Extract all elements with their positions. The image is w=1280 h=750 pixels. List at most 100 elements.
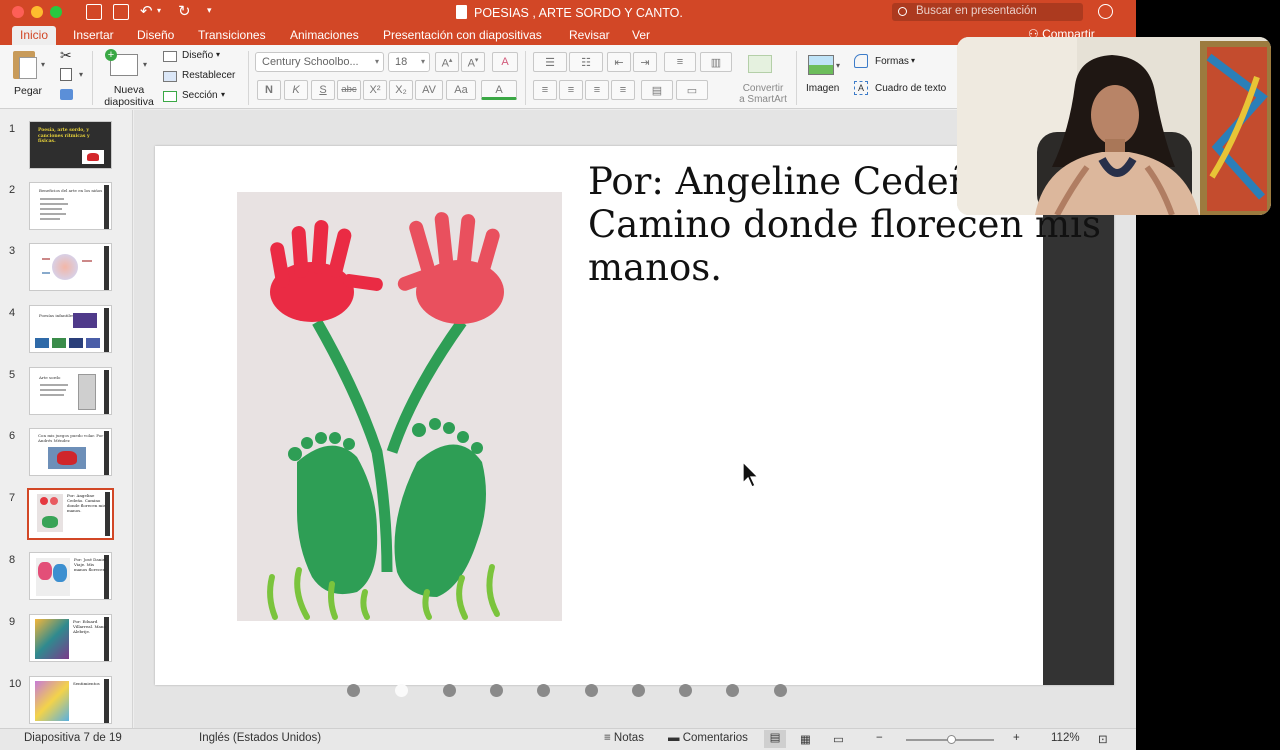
carousel-dot[interactable] — [443, 684, 456, 697]
tab-transiciones[interactable]: Transiciones — [198, 28, 266, 42]
slide-thumbnail[interactable]: 8 Por: José Daniel Viaje. Mis manos flor… — [0, 552, 133, 608]
bold-button[interactable]: N — [257, 80, 281, 100]
new-slide-dropdown-icon[interactable]: ▾ — [143, 60, 147, 69]
carousel-dot[interactable] — [632, 684, 645, 697]
slide-thumbnail-selected[interactable]: 7 Por: Angeline Cedeño. Camino donde flo… — [0, 488, 133, 546]
tab-presentacion[interactable]: Presentación con diapositivas — [383, 28, 542, 42]
current-slide[interactable]: Por: Angeline Cedeño Camino donde florec… — [155, 146, 1114, 685]
slide-thumbnail[interactable]: 1 Poesía, arte sordo, y canciones rítmic… — [0, 121, 133, 177]
thumbnail-preview — [29, 243, 112, 291]
font-size-select[interactable]: 18 ▾ — [388, 52, 430, 72]
justify-button[interactable]: ≡ — [611, 80, 635, 100]
paste-button[interactable]: Pegar — [10, 49, 46, 101]
language-indicator[interactable]: Inglés (Estados Unidos) — [199, 732, 321, 744]
slide-thumbnail[interactable]: 6 Con mis juegos puedo volar. Por Andrés… — [0, 428, 133, 484]
zoom-slider-thumb[interactable] — [947, 735, 956, 744]
sidebar-toggle-icon[interactable] — [86, 4, 102, 20]
slide-thumbnail[interactable]: 4 Poesías infantiles — [0, 305, 133, 361]
customize-toolbar-icon[interactable]: ▾ — [207, 5, 212, 16]
carousel-dot[interactable] — [490, 684, 503, 697]
undo-icon[interactable]: ↶ — [140, 2, 153, 20]
zoom-slider[interactable] — [906, 735, 994, 744]
format-painter-icon[interactable] — [60, 89, 73, 100]
align-left-button[interactable]: ≡ — [533, 80, 557, 100]
thumbnail-title: Poesías infantiles — [39, 313, 75, 318]
tab-diseno[interactable]: Diseño — [137, 28, 174, 42]
zoom-level[interactable]: 112% — [1051, 732, 1080, 744]
tab-revisar[interactable]: Revisar — [569, 28, 610, 42]
carousel-dot[interactable] — [585, 684, 598, 697]
text-direction-button[interactable]: ▤ — [641, 80, 673, 100]
carousel-dot[interactable] — [347, 684, 360, 697]
columns-button[interactable]: ▥ — [700, 52, 732, 72]
minimize-window-button[interactable] — [31, 6, 43, 18]
textbox-button[interactable]: A Cuadro de texto — [854, 81, 954, 97]
carousel-dot[interactable] — [679, 684, 692, 697]
clear-formatting-button[interactable]: A — [492, 52, 518, 72]
layout-button[interactable]: Diseño ▾ — [163, 49, 233, 65]
line-spacing-button[interactable]: ≡ — [664, 52, 696, 72]
close-window-button[interactable] — [12, 6, 24, 18]
tab-insertar[interactable]: Insertar — [73, 28, 114, 42]
align-text-button[interactable]: ▭ — [676, 80, 708, 100]
align-right-button[interactable]: ≡ — [585, 80, 609, 100]
fit-slide-icon[interactable]: ⊡ — [1098, 732, 1108, 746]
feedback-smiley-icon[interactable] — [1098, 4, 1113, 19]
bullets-button[interactable]: ☰ — [533, 52, 567, 72]
grow-font-button[interactable]: A▴ — [435, 52, 459, 72]
carousel-dot[interactable] — [774, 684, 787, 697]
increase-indent-button[interactable]: ⇥ — [633, 52, 657, 72]
italic-button[interactable]: K — [284, 80, 308, 100]
presenter-view-button[interactable]: ▭ — [833, 732, 844, 746]
numbering-button[interactable]: ☷ — [569, 52, 603, 72]
copy-dropdown-icon[interactable]: ▾ — [79, 70, 83, 79]
thumbnail-title: Por: Angeline Cedeño. Camino donde flore… — [67, 493, 106, 513]
tab-inicio[interactable]: Inicio — [12, 26, 57, 45]
superscript-button[interactable]: X² — [363, 80, 387, 100]
paste-dropdown-icon[interactable]: ▾ — [41, 60, 45, 69]
search-presentation-input[interactable]: Buscar en presentación — [892, 3, 1083, 21]
carousel-dot[interactable] — [537, 684, 550, 697]
carousel-dot[interactable] — [726, 684, 739, 697]
undo-dropdown-icon[interactable]: ▾ — [157, 6, 161, 15]
decrease-indent-button[interactable]: ⇤ — [607, 52, 631, 72]
slide-thumbnail[interactable]: 10 Sentimientos — [0, 676, 133, 732]
font-name-select[interactable]: Century Schoolbo... ▾ — [255, 52, 384, 72]
shapes-button[interactable]: Formas ▾ — [854, 54, 926, 70]
underline-button[interactable]: S — [311, 80, 335, 100]
slide-thumbnail[interactable]: 5 Arte sordo — [0, 367, 133, 423]
align-center-button[interactable]: ≡ — [559, 80, 583, 100]
convert-smartart-button[interactable]: Convertir a SmartArt — [736, 51, 792, 107]
character-spacing-button[interactable]: AV — [415, 80, 443, 100]
new-slide-button[interactable]: + Nueva diapositiva — [103, 49, 155, 108]
slide-sorter-view-button[interactable]: ▦ — [800, 732, 811, 746]
image-button[interactable]: Imagen — [804, 51, 844, 103]
notes-button[interactable]: ≡ Notas — [604, 732, 644, 744]
save-icon[interactable] — [113, 4, 129, 20]
tab-animaciones[interactable]: Animaciones — [290, 28, 359, 42]
section-button[interactable]: Sección ▾ — [163, 89, 243, 105]
normal-view-button[interactable]: ▤ — [764, 730, 786, 748]
zoom-in-button[interactable]: + — [1013, 732, 1020, 744]
comments-button[interactable]: ▬ Comentarios — [668, 732, 748, 744]
image-dropdown-icon[interactable]: ▾ — [836, 61, 840, 70]
zoom-window-button[interactable] — [50, 6, 62, 18]
slide-thumbnail[interactable]: 3 — [0, 243, 133, 299]
shrink-font-button[interactable]: A▾ — [461, 52, 485, 72]
handprint-flower-image[interactable] — [237, 192, 562, 621]
cut-icon[interactable]: ✂ — [60, 47, 72, 64]
slide-thumbnail[interactable]: 9 Por: Eduard Villarreal. Mano Alebrije. — [0, 614, 133, 670]
thumbnail-preview: Arte sordo — [29, 367, 112, 415]
subscript-button[interactable]: X₂ — [389, 80, 413, 100]
zoom-out-button[interactable]: − — [876, 732, 883, 744]
reset-button[interactable]: Restablecer — [163, 69, 243, 85]
redo-icon[interactable]: ↻ — [178, 2, 191, 20]
font-color-button[interactable]: A — [481, 80, 517, 100]
copy-icon[interactable] — [60, 68, 72, 81]
strikethrough-button[interactable]: abc — [337, 80, 361, 100]
carousel-dot-active[interactable] — [395, 684, 408, 697]
slide-thumbnail-pane[interactable]: 1 Poesía, arte sordo, y canciones rítmic… — [0, 110, 133, 728]
slide-thumbnail[interactable]: 2 Beneficios del arte en los niños — [0, 182, 133, 238]
tab-ver[interactable]: Ver — [632, 28, 650, 42]
change-case-button[interactable]: Aa — [446, 80, 476, 100]
